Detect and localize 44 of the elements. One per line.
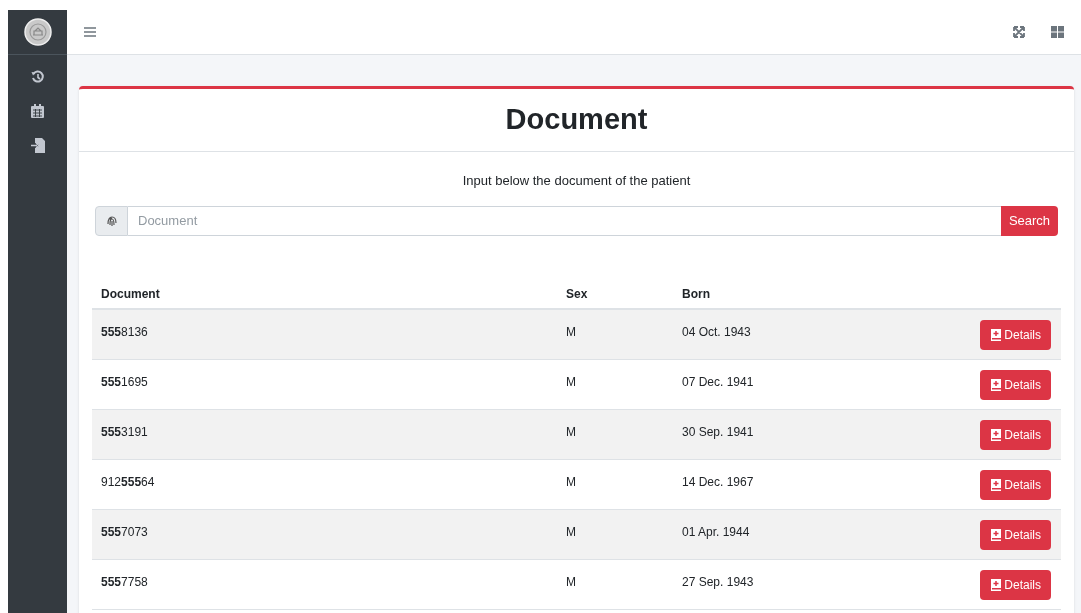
sex-value: M <box>566 574 576 589</box>
grid-icon[interactable] <box>1051 26 1064 38</box>
medical-book-icon <box>990 378 1002 391</box>
logo-icon[interactable] <box>23 18 52 46</box>
column-header: Born <box>682 287 710 301</box>
birth-date: 27 Sep. 1943 <box>682 574 754 589</box>
details-button[interactable]: Details <box>980 419 1051 450</box>
column-header: Sex <box>566 287 588 301</box>
birth-date: 14 Dec. 1967 <box>682 474 754 489</box>
document-number: 5557758 <box>101 574 148 589</box>
document-number: 5557073 <box>101 524 148 539</box>
details-button[interactable]: Details <box>980 319 1051 350</box>
history-icon[interactable] <box>30 70 45 84</box>
medical-book-icon <box>990 428 1002 441</box>
calendar-icon[interactable] <box>31 104 44 118</box>
instruction-text: Input below the document of the patient <box>461 172 692 190</box>
medical-book-icon <box>990 478 1002 491</box>
medical-book-icon <box>990 528 1002 541</box>
details-button[interactable]: Details <box>980 369 1051 400</box>
details-button[interactable]: Details <box>980 519 1051 550</box>
birth-date: 01 Apr. 1944 <box>682 524 750 539</box>
card-title: Document <box>505 102 648 138</box>
document-input[interactable]: Document <box>128 205 1001 236</box>
document-number: 5551695 <box>101 374 148 389</box>
document-number: 5558136 <box>101 324 148 339</box>
sex-value: M <box>566 374 576 389</box>
details-button[interactable]: Details <box>980 569 1051 600</box>
details-button[interactable]: Details <box>980 469 1051 500</box>
sex-value: M <box>566 424 576 439</box>
birth-date: 04 Oct. 1943 <box>682 324 751 339</box>
birth-date: 07 Dec. 1941 <box>682 374 754 389</box>
sex-value: M <box>566 524 576 539</box>
medical-book-icon <box>990 328 1002 341</box>
medical-book-icon <box>990 578 1002 591</box>
file-import-icon[interactable] <box>30 138 45 153</box>
sex-value: M <box>566 324 576 339</box>
birth-date: 30 Sep. 1941 <box>682 424 754 439</box>
sex-value: M <box>566 474 576 489</box>
column-header: Document <box>101 287 160 301</box>
fullscreen-icon[interactable] <box>1013 26 1025 38</box>
document-number: 91255564 <box>101 474 155 489</box>
document-number: 5553191 <box>101 424 148 439</box>
menu-icon[interactable] <box>84 27 96 37</box>
search-button[interactable]: Search <box>1001 205 1058 236</box>
